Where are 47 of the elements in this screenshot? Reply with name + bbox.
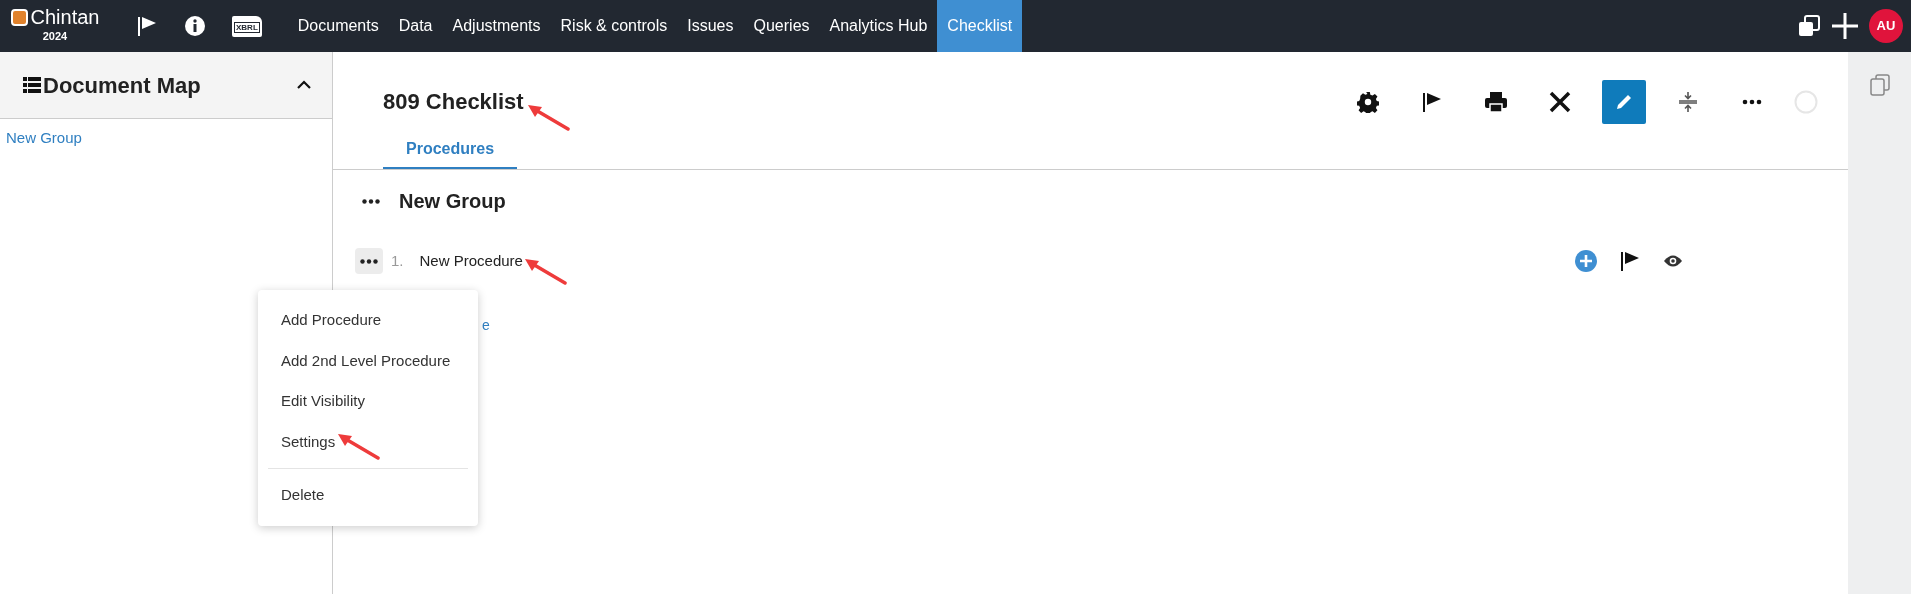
- printer-icon: [1484, 91, 1508, 113]
- flag-icon: [1421, 91, 1443, 113]
- status-circle-icon: [1794, 90, 1818, 114]
- procedure-number: 1.: [391, 250, 404, 271]
- logo-icon: [10, 8, 28, 26]
- info-icon[interactable]: [184, 15, 206, 37]
- procedure-menu-button[interactable]: [355, 248, 383, 274]
- nav-tab[interactable]: Data: [388, 0, 443, 52]
- menu-item[interactable]: Settings: [258, 421, 359, 462]
- xbrl-file-icon[interactable]: XBRL: [232, 15, 262, 37]
- windows-icon[interactable]: [1797, 14, 1821, 38]
- tab[interactable]: Procedures: [383, 137, 518, 169]
- nav-tab[interactable]: Analytics Hub: [819, 0, 938, 52]
- more-icon: [1742, 99, 1762, 105]
- link-text[interactable]: e: [482, 315, 490, 336]
- nav-tab[interactable]: Documents: [287, 0, 389, 52]
- cross-tools-icon: [1548, 90, 1572, 114]
- brand-name: Chintan: [30, 6, 100, 28]
- more-icon: [360, 258, 378, 264]
- tree-link[interactable]: New Group: [6, 127, 82, 150]
- menu-item[interactable]: Delete: [258, 475, 348, 516]
- flag-button[interactable]: [1619, 250, 1641, 272]
- edit-button[interactable]: [1602, 80, 1646, 124]
- list-icon: [23, 77, 41, 93]
- copy-icon[interactable]: [1869, 74, 1890, 96]
- nav-tab[interactable]: Risk & controls: [550, 0, 678, 52]
- menu-item[interactable]: Add 2nd Level Procedure: [258, 340, 474, 381]
- pencil-icon: [1614, 92, 1634, 112]
- group-title: New Group: [399, 189, 506, 214]
- nav-tab[interactable]: Adjustments: [442, 0, 551, 52]
- compress-icon: [1678, 91, 1698, 113]
- more-icon: [362, 198, 380, 204]
- collapse-button[interactable]: [296, 80, 312, 90]
- flag-icon[interactable]: [136, 15, 158, 37]
- plus-icon[interactable]: [1831, 12, 1859, 40]
- gear-icon: [1357, 91, 1379, 113]
- procedure-title: New Procedure: [419, 252, 523, 269]
- brand-year: 2024: [42, 29, 68, 44]
- page-title: 809 Checklist: [383, 88, 524, 116]
- panel-title: Document Map: [43, 71, 201, 100]
- add-button[interactable]: [1575, 250, 1597, 272]
- menu-item[interactable]: Edit Visibility: [258, 381, 388, 422]
- menu-item[interactable]: Add Procedure: [258, 300, 405, 341]
- user-avatar[interactable]: AU: [1869, 9, 1903, 43]
- nav-tab[interactable]: Queries: [743, 0, 820, 52]
- nav-tab[interactable]: Issues: [677, 0, 744, 52]
- visibility-button[interactable]: [1663, 254, 1683, 268]
